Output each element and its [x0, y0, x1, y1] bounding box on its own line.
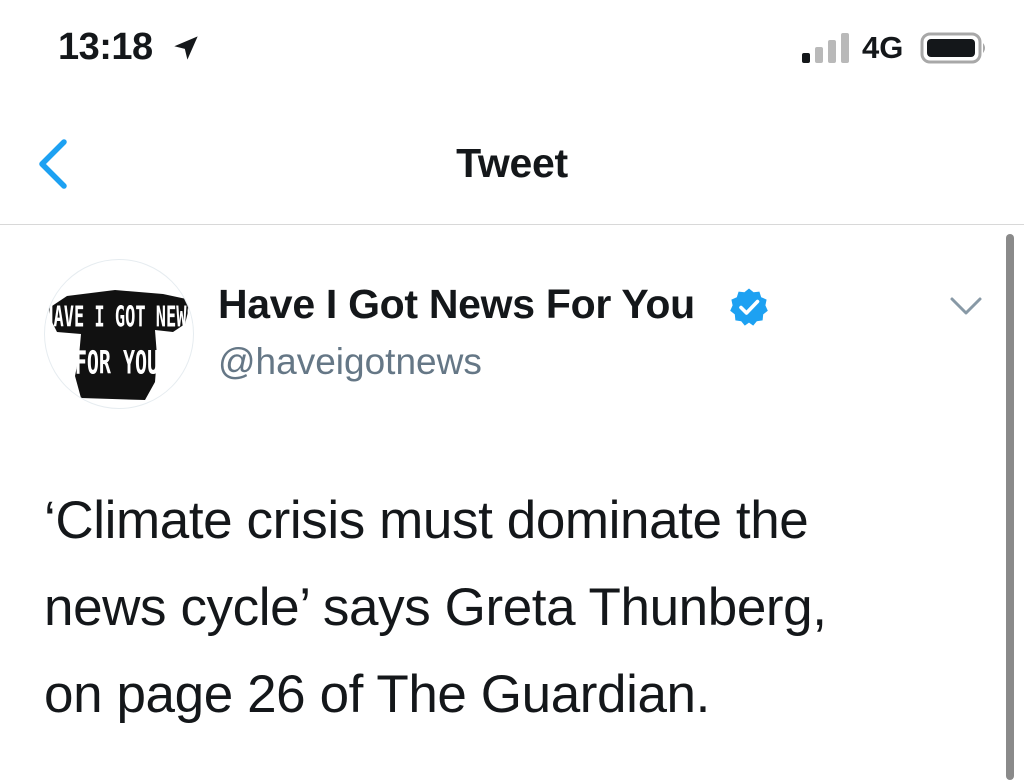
navigation-bar: Tweet: [0, 96, 1024, 225]
chevron-down-icon: [950, 297, 982, 315]
signal-strength-icon: [802, 33, 849, 63]
status-time: 13:18: [58, 26, 153, 68]
display-name[interactable]: Have I Got News For You: [218, 281, 695, 328]
tweet-text: ‘Climate crisis must dominate the news c…: [44, 491, 827, 724]
svg-text:HAVE I GOT NEWS: HAVE I GOT NEWS: [45, 299, 193, 333]
network-label: 4G: [862, 30, 904, 65]
user-handle[interactable]: @haveigotnews: [218, 341, 482, 383]
haveigotnews-logo: HAVE I GOT NEWS FOR YOU: [45, 290, 193, 400]
tweet-detail: HAVE I GOT NEWS FOR YOU Have I Got News …: [0, 225, 1024, 780]
location-arrow-icon: [174, 36, 198, 60]
status-bar: 13:18 4G: [0, 0, 1024, 96]
tweet-menu-button[interactable]: [944, 289, 988, 325]
page-title: Tweet: [456, 140, 568, 186]
svg-text:FOR YOU: FOR YOU: [75, 345, 159, 382]
avatar[interactable]: HAVE I GOT NEWS FOR YOU: [44, 259, 194, 409]
battery-icon: [920, 32, 985, 64]
verified-badge-icon: [730, 288, 768, 326]
scrollbar[interactable]: [1006, 234, 1014, 780]
